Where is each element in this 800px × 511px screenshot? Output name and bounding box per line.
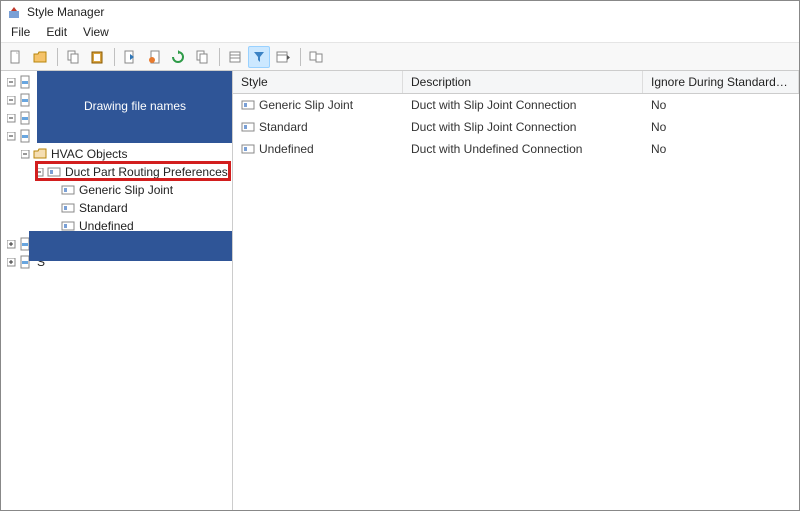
expander-icon[interactable] xyxy=(5,238,17,250)
toolbar-sep-4 xyxy=(300,48,301,66)
drawing-icon xyxy=(19,75,33,89)
style-leaf-icon xyxy=(241,142,255,156)
open-folder-button[interactable] xyxy=(29,46,51,68)
export-button[interactable] xyxy=(119,46,141,68)
col-header-description[interactable]: Description xyxy=(403,71,643,93)
annotation-label: Drawing file names xyxy=(84,99,186,115)
menu-edit[interactable]: Edit xyxy=(38,23,75,42)
toolbar xyxy=(1,43,799,71)
refresh-button[interactable] xyxy=(167,46,189,68)
drawing-icon xyxy=(19,111,33,125)
window-title: Style Manager xyxy=(27,5,104,19)
grid-row[interactable]: Undefined Duct with Undefined Connection… xyxy=(233,138,799,160)
cell-desc: Duct with Slip Joint Connection xyxy=(411,98,576,112)
cell-ignore: No xyxy=(651,98,666,112)
toolbar-sep-3 xyxy=(219,48,220,66)
link-button[interactable] xyxy=(191,46,213,68)
annotation-drawing-files: Drawing file names xyxy=(37,71,233,143)
expander-icon[interactable] xyxy=(5,256,17,268)
style-leaf-icon xyxy=(61,183,75,197)
cell-style: Standard xyxy=(259,120,308,134)
cell-style: Generic Slip Joint xyxy=(259,98,353,112)
tree-label: Generic Slip Joint xyxy=(79,183,173,197)
expander-icon[interactable] xyxy=(5,112,17,124)
tree-label: Standard xyxy=(79,201,128,215)
tree-generic-slip-joint[interactable]: Generic Slip Joint xyxy=(1,181,232,199)
cell-ignore: No xyxy=(651,120,666,134)
drawing-icon xyxy=(19,93,33,107)
menu-view[interactable]: View xyxy=(75,23,117,42)
copy-button[interactable] xyxy=(62,46,84,68)
menu-file[interactable]: File xyxy=(3,23,38,42)
cell-desc: Duct with Slip Joint Connection xyxy=(411,120,576,134)
new-doc-button[interactable] xyxy=(5,46,27,68)
expander-icon[interactable] xyxy=(5,130,17,142)
folder-icon xyxy=(33,147,47,161)
multi-view-button[interactable] xyxy=(305,46,327,68)
grid-pane: Style Description Ignore During Standard… xyxy=(233,71,799,510)
drawing-icon xyxy=(19,129,33,143)
view-mode-button[interactable] xyxy=(272,46,294,68)
annotation-mask-box xyxy=(29,231,233,261)
tree-standard[interactable]: Standard xyxy=(1,199,232,217)
toolbar-sep-1 xyxy=(57,48,58,66)
expander-icon[interactable] xyxy=(5,94,17,106)
paste-button[interactable] xyxy=(86,46,108,68)
toolbar-sep-2 xyxy=(114,48,115,66)
properties-button[interactable] xyxy=(224,46,246,68)
cell-style: Undefined xyxy=(259,142,314,156)
window-titlebar: Style Manager xyxy=(1,1,799,23)
annotation-highlight-box xyxy=(35,161,231,181)
tree-label: HVAC Objects xyxy=(51,147,127,161)
style-leaf-icon xyxy=(241,98,255,112)
import-button[interactable] xyxy=(143,46,165,68)
style-leaf-icon xyxy=(61,201,75,215)
menubar: File Edit View xyxy=(1,23,799,43)
filter-button[interactable] xyxy=(248,46,270,68)
cell-ignore: No xyxy=(651,142,666,156)
cell-desc: Duct with Undefined Connection xyxy=(411,142,582,156)
style-leaf-icon xyxy=(241,120,255,134)
tree-pane: HVAC Objects Duct Part Routing Preferenc… xyxy=(1,71,233,510)
grid-row[interactable]: Standard Duct with Slip Joint Connection… xyxy=(233,116,799,138)
workspace: HVAC Objects Duct Part Routing Preferenc… xyxy=(1,71,799,510)
col-header-style[interactable]: Style xyxy=(233,71,403,93)
app-icon xyxy=(7,5,21,19)
expander-minus-icon[interactable] xyxy=(19,148,31,160)
grid-header: Style Description Ignore During Standard… xyxy=(233,71,799,94)
col-header-ignore[interactable]: Ignore During Standards Synchro... xyxy=(643,71,799,93)
expander-icon[interactable] xyxy=(5,76,17,88)
grid-row[interactable]: Generic Slip Joint Duct with Slip Joint … xyxy=(233,94,799,116)
